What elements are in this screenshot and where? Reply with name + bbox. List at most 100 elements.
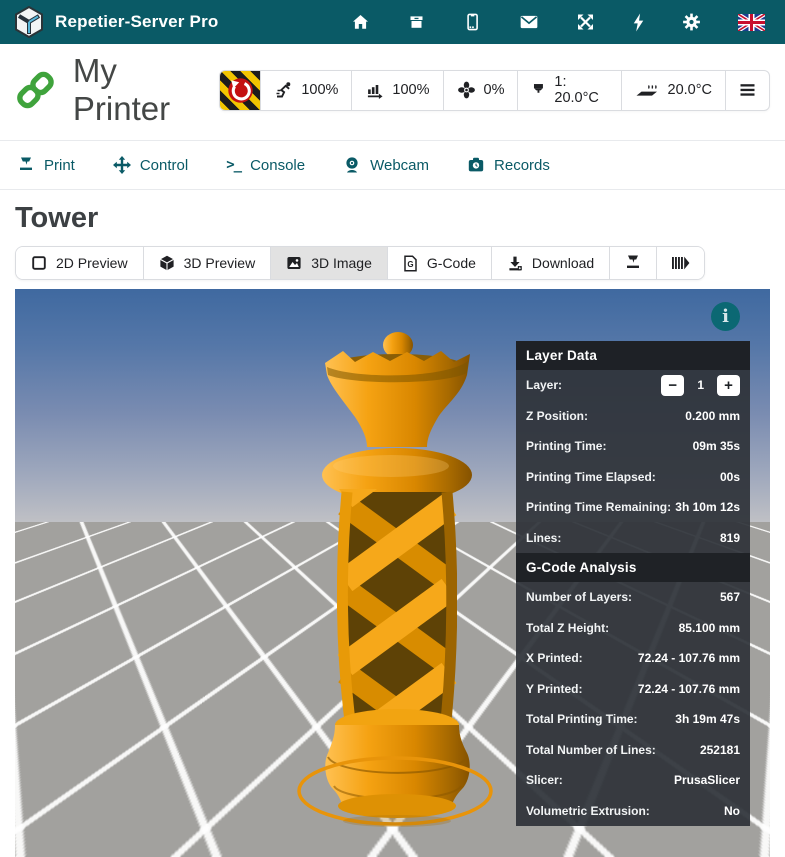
- flow-icon: [365, 81, 384, 99]
- emergency-stop-icon: [227, 77, 254, 104]
- row-value: 3h 10m 12s: [675, 500, 740, 514]
- fan-value: 0%: [484, 82, 505, 98]
- row-label: Slicer:: [526, 773, 563, 787]
- panel-row: Y Printed: 72.24 - 107.76 mm: [516, 674, 750, 705]
- row-label: Volumetric Extrusion:: [526, 804, 650, 818]
- printer-status-toolbar: 100% 100% 0%: [219, 70, 770, 111]
- extruder-temp-value: 1: 20.0°C: [554, 74, 607, 106]
- speed-value: 100%: [301, 82, 338, 98]
- touchscreen-icon[interactable]: [463, 13, 482, 31]
- tab-webcam[interactable]: Webcam: [343, 156, 429, 174]
- panel-row: Total Printing Time: 3h 19m 47s: [516, 704, 750, 735]
- speed-multiplier-chip[interactable]: 100%: [261, 71, 352, 110]
- repetier-logo-icon: [14, 6, 44, 38]
- row-value: 09m 35s: [693, 439, 740, 453]
- layer-decrement-button[interactable]: −: [661, 375, 684, 396]
- row-label: Lines:: [526, 531, 561, 545]
- row-value: 3h 19m 47s: [675, 712, 740, 726]
- info-button[interactable]: i: [711, 302, 740, 331]
- flow-value: 100%: [392, 82, 429, 98]
- fan-chip[interactable]: 0%: [444, 71, 519, 110]
- panel-row: Printing Time Remaining: 3h 10m 12s: [516, 492, 750, 523]
- row-label: Number of Layers:: [526, 590, 632, 604]
- row-value: 819: [720, 531, 740, 545]
- bed-temp-value: 20.0°C: [668, 82, 713, 98]
- row-label: Z Position:: [526, 409, 588, 423]
- panel-row: X Printed: 72.24 - 107.76 mm: [516, 643, 750, 674]
- fan-icon: [457, 81, 476, 99]
- row-label: X Printed:: [526, 651, 583, 665]
- info-icon: i: [722, 306, 729, 327]
- panel-row: Printing Time Elapsed: 00s: [516, 462, 750, 493]
- panel-row: Lines: 819: [516, 523, 750, 554]
- layer-row: Layer: − 1 +: [516, 370, 750, 401]
- panel-row: Volumetric Extrusion: No: [516, 796, 750, 827]
- row-value: PrusaSlicer: [674, 773, 740, 787]
- layer-increment-button[interactable]: +: [717, 375, 740, 396]
- row-value: No: [724, 804, 740, 818]
- row-value: 72.24 - 107.76 mm: [638, 682, 740, 696]
- row-value: 567: [720, 590, 740, 604]
- language-flag-uk-icon[interactable]: [738, 14, 765, 31]
- row-label: Total Number of Lines:: [526, 743, 656, 757]
- settings-gear-icon[interactable]: [682, 13, 701, 31]
- layers-play-icon: [671, 255, 690, 271]
- button-label: 2D Preview: [56, 255, 128, 271]
- expand-arrows-icon[interactable]: [576, 13, 595, 31]
- panel-row: Slicer: PrusaSlicer: [516, 765, 750, 796]
- continue-layers-button[interactable]: [657, 247, 704, 279]
- extruder-temp-chip[interactable]: 1: 20.0°C: [518, 71, 621, 110]
- emergency-stop-button[interactable]: [220, 71, 261, 110]
- printer-header: My Printer 100% 10: [0, 44, 785, 141]
- mail-icon[interactable]: [519, 13, 539, 31]
- records-tab-icon: [467, 156, 485, 174]
- layer-value: 1: [697, 378, 704, 392]
- tower-model-render: [295, 329, 495, 829]
- 3d-image-button[interactable]: 3D Image: [271, 247, 388, 279]
- printer-name: My Printer: [73, 52, 219, 128]
- top-navbar: Repetier-Server Pro: [0, 0, 785, 44]
- home-icon[interactable]: [351, 13, 370, 31]
- bed-temp-chip[interactable]: 20.0°C: [622, 71, 727, 110]
- row-label: Printing Time Remaining:: [526, 500, 671, 514]
- preview-toolbar: 2D Preview 3D Preview 3D Image G G-Code …: [15, 246, 705, 280]
- 3d-preview-button[interactable]: 3D Preview: [144, 247, 272, 279]
- 3d-preview-icon: [159, 255, 175, 271]
- row-value: 85.100 mm: [679, 621, 740, 635]
- button-label: 3D Image: [311, 255, 372, 271]
- app-title: Repetier-Server Pro: [55, 12, 218, 32]
- extruder-nozzle-icon: [531, 81, 546, 99]
- panel-row: Z Position: 0.200 mm: [516, 401, 750, 432]
- row-value: 0.200 mm: [685, 409, 740, 423]
- button-label: G-Code: [427, 255, 476, 271]
- tab-print[interactable]: Print: [17, 156, 75, 174]
- tab-control[interactable]: Control: [113, 156, 188, 174]
- tab-label: Console: [250, 157, 305, 174]
- row-value: 72.24 - 107.76 mm: [638, 651, 740, 665]
- tab-records[interactable]: Records: [467, 156, 550, 174]
- tab-label: Print: [44, 157, 75, 174]
- control-tab-icon: [113, 156, 131, 174]
- power-bolt-icon[interactable]: [632, 13, 645, 32]
- webcam-tab-icon: [343, 156, 361, 174]
- gcode-analysis-header: G-Code Analysis: [516, 553, 750, 582]
- printer-menu-button[interactable]: [726, 71, 769, 110]
- panel-row: Number of Layers: 567: [516, 582, 750, 613]
- row-label: Total Printing Time:: [526, 712, 638, 726]
- tab-label: Webcam: [370, 157, 429, 174]
- archive-box-icon[interactable]: [407, 13, 426, 31]
- tab-label: Control: [140, 157, 188, 174]
- tab-console[interactable]: >_ Console: [226, 157, 305, 174]
- row-label: Total Z Height:: [526, 621, 609, 635]
- row-label: Layer:: [526, 378, 562, 392]
- layer-data-header: Layer Data: [516, 341, 750, 370]
- print-job-button[interactable]: [610, 247, 657, 279]
- 2d-preview-button[interactable]: 2D Preview: [16, 247, 144, 279]
- flow-multiplier-chip[interactable]: 100%: [352, 71, 443, 110]
- printer-tabs: Print Control >_ Console Webcam Rec: [0, 141, 785, 190]
- button-label: 3D Preview: [184, 255, 256, 271]
- print-tab-icon: [17, 156, 35, 174]
- download-button[interactable]: Download: [492, 247, 610, 279]
- speed-icon: [274, 81, 293, 99]
- gcode-button[interactable]: G G-Code: [388, 247, 492, 279]
